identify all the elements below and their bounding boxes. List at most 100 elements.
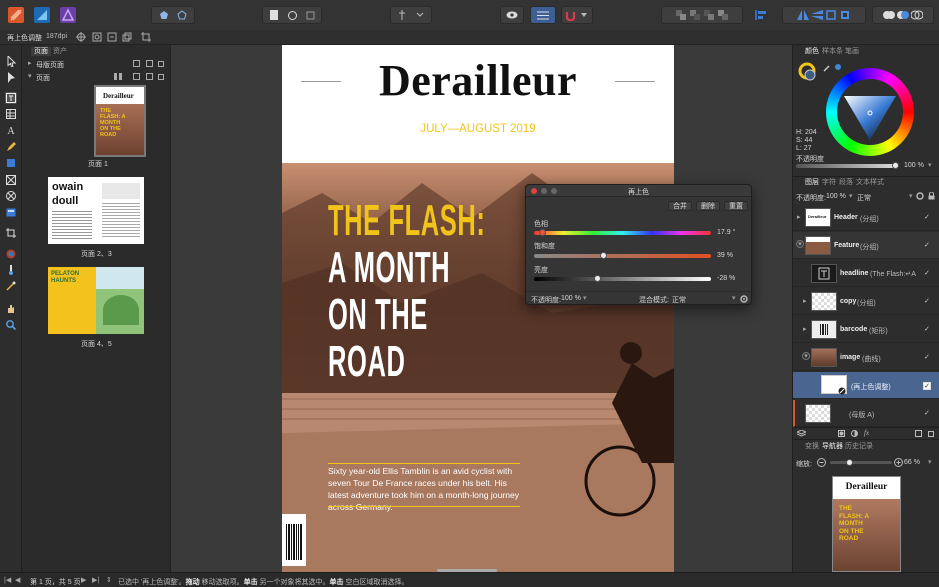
align-icon[interactable]: [752, 6, 770, 24]
hue-slider[interactable]: [534, 231, 711, 235]
artistic-text-tool-icon[interactable]: A: [5, 125, 17, 137]
opacity-chevron-icon[interactable]: ▾: [583, 294, 587, 302]
lock-icon[interactable]: [928, 192, 935, 200]
opacity-value[interactable]: 100 %: [561, 295, 581, 302]
tab-transform[interactable]: 变换: [805, 442, 819, 452]
adjustment-icon[interactable]: [851, 430, 858, 437]
color-opacity-value[interactable]: 100 %: [904, 162, 924, 169]
issue-date[interactable]: JULY—AUGUST 2019: [282, 123, 674, 135]
document-page[interactable]: Derailleur JULY—AUGUST 2019 THE FLASH: A…: [282, 45, 674, 572]
studio-link-icon[interactable]: [175, 9, 189, 21]
color-opacity-knob[interactable]: [892, 162, 899, 169]
layer-blend-value[interactable]: 正常: [857, 193, 871, 203]
node-tool-icon[interactable]: [5, 71, 17, 83]
navigator-preview[interactable]: Derailleur THE FLASH: A MONTH ON THE ROA…: [832, 476, 901, 572]
layer-row-headline[interactable]: headline (The Flash:↵A M ✓: [793, 260, 939, 287]
gear-icon[interactable]: [740, 295, 748, 303]
zoom-out-icon[interactable]: [817, 458, 826, 467]
bleed-view-icon[interactable]: [285, 9, 299, 21]
page-4-5-thumbnail[interactable]: PELATON HAUNTS: [48, 267, 144, 334]
current-color-dot[interactable]: [835, 64, 841, 70]
lightness-slider[interactable]: [534, 277, 711, 281]
transparency-tool-icon[interactable]: [5, 264, 17, 276]
pages-row[interactable]: ▾ 页面: [22, 71, 171, 82]
chevron-down-icon[interactable]: [577, 9, 591, 21]
picture-frame-tool-icon[interactable]: [5, 174, 17, 186]
layer-opacity-value[interactable]: 100 %: [826, 193, 846, 200]
tab-text-styles[interactable]: 文本样式: [856, 178, 884, 188]
trash-icon[interactable]: [928, 430, 934, 437]
publisher-persona-icon[interactable]: [8, 6, 24, 24]
layer-row-copy[interactable]: ▸ copy (分组) ✓: [793, 288, 939, 315]
page-2-3-thumbnail[interactable]: owain doull: [48, 177, 144, 244]
flip-vertical-icon[interactable]: [810, 9, 824, 21]
tab-assets[interactable]: 资产: [50, 47, 70, 56]
move-tool-icon[interactable]: [5, 55, 17, 67]
zoom-tool-icon[interactable]: [5, 319, 17, 331]
subtract-shapes-icon[interactable]: [896, 9, 910, 21]
saturation-slider[interactable]: [534, 254, 711, 258]
embed-icon[interactable]: [122, 32, 132, 42]
layer-row-image[interactable]: ▾ image (曲线) ✓: [793, 344, 939, 371]
preview-eye-button[interactable]: [500, 6, 524, 24]
chevron-down-icon[interactable]: ▾: [909, 192, 913, 200]
scroll-icon[interactable]: ⇕: [106, 576, 112, 584]
tab-paragraph[interactable]: 段落: [839, 178, 853, 188]
tab-layers[interactable]: 图层: [805, 178, 819, 188]
fit-icon[interactable]: [92, 32, 102, 42]
zoom-slider[interactable]: [830, 461, 892, 464]
zoom-value[interactable]: 66 %: [904, 459, 920, 466]
layer-row-header[interactable]: ▸ Derailleur Header (分组) ✓: [793, 204, 939, 231]
saturation-slider-knob[interactable]: [599, 252, 607, 259]
table-tool-icon[interactable]: [5, 108, 17, 120]
color-triangle[interactable]: [840, 82, 900, 142]
pen-tool-icon[interactable]: [5, 141, 17, 153]
eyedropper-icon[interactable]: [823, 64, 831, 72]
prev-page-icon[interactable]: ◀: [15, 576, 20, 584]
fill-stroke-swatch-icon[interactable]: [798, 62, 818, 82]
visibility-checkbox[interactable]: ✓: [924, 354, 931, 361]
reset-button[interactable]: 重置: [724, 201, 748, 211]
fill-tool-icon[interactable]: [5, 248, 17, 260]
blend-mode-value[interactable]: 正常: [672, 295, 686, 305]
photo-persona-icon[interactable]: [60, 6, 76, 24]
mask-icon[interactable]: [838, 430, 845, 437]
replace-image-icon[interactable]: [107, 32, 117, 42]
layer-stack-icon[interactable]: [797, 430, 806, 437]
chevron-down-icon[interactable]: ▾: [849, 192, 853, 200]
color-picker-tool-icon[interactable]: [5, 280, 17, 292]
page-duplicate-icon[interactable]: [146, 73, 153, 80]
pentagon-icon[interactable]: [157, 9, 171, 21]
zoom-in-icon[interactable]: [894, 458, 903, 467]
delete-button[interactable]: 删除: [696, 201, 720, 211]
spread-view-icon[interactable]: [114, 73, 122, 80]
visibility-checkbox[interactable]: ✓: [923, 382, 931, 390]
add-shapes-icon[interactable]: [882, 9, 896, 21]
layer-row-feature[interactable]: ▾ Feature (分组) ✓: [793, 232, 939, 259]
crop-icon[interactable]: [141, 32, 151, 42]
intersect-shapes-icon[interactable]: [910, 9, 924, 21]
page-add-icon[interactable]: [133, 60, 140, 67]
layer-row-barcode[interactable]: ▸ barcode (矩形) ✓: [793, 316, 939, 343]
masthead-title[interactable]: Derailleur: [282, 55, 674, 106]
magnet-icon[interactable]: [563, 9, 577, 21]
first-page-icon[interactable]: |◀: [4, 576, 11, 584]
visibility-checkbox[interactable]: ✓: [924, 410, 931, 417]
place-image-tool-icon[interactable]: [5, 206, 17, 218]
move-back-icon[interactable]: [688, 9, 702, 21]
master-pages-row[interactable]: ▸ 母版页面: [22, 58, 171, 69]
page-add-icon[interactable]: [133, 73, 140, 80]
zoom-slider-knob[interactable]: [846, 459, 853, 466]
crosshair-icon[interactable]: [76, 32, 86, 42]
trash-icon[interactable]: [158, 73, 164, 80]
move-forward-icon[interactable]: [702, 9, 716, 21]
hand-tool-icon[interactable]: [5, 303, 17, 315]
flip-horizontal-icon[interactable]: [796, 9, 810, 21]
tab-swatches[interactable]: 样本条: [822, 47, 843, 57]
merge-button[interactable]: 合并: [668, 201, 692, 211]
visibility-checkbox[interactable]: ✓: [924, 242, 931, 249]
tab-navigator[interactable]: 导航器: [822, 442, 843, 452]
tab-character[interactable]: 字符: [822, 178, 836, 188]
visibility-checkbox[interactable]: ✓: [924, 326, 931, 333]
move-to-front-icon[interactable]: [716, 9, 730, 21]
